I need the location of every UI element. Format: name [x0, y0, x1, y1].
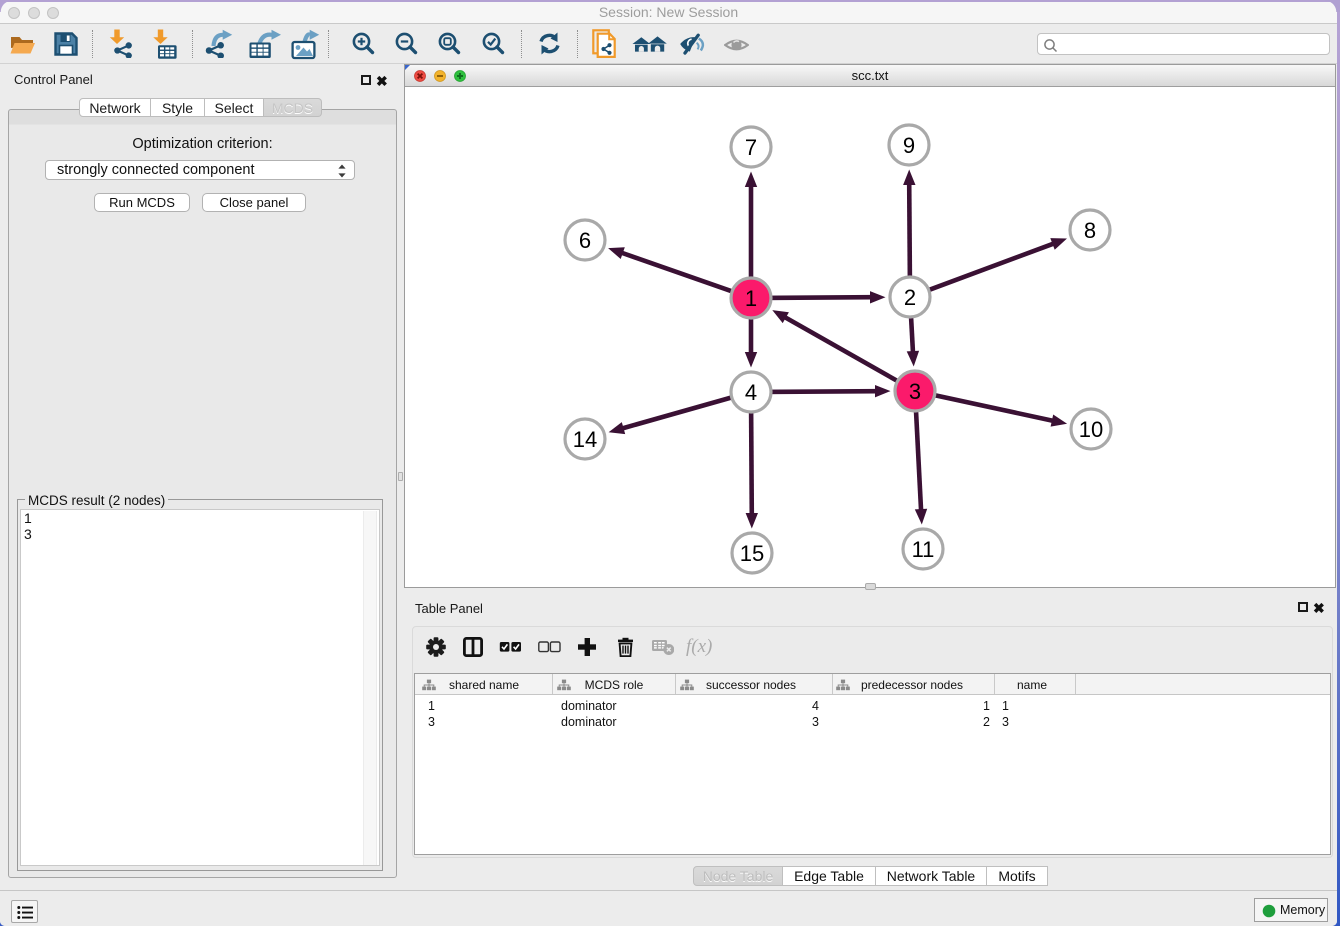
svg-text:7: 7: [745, 135, 757, 160]
svg-text:11: 11: [912, 537, 935, 562]
svg-text:3: 3: [909, 379, 921, 404]
svg-text:10: 10: [1079, 417, 1103, 442]
svg-text:15: 15: [740, 541, 764, 566]
svg-text:4: 4: [745, 380, 757, 405]
svg-text:2: 2: [904, 285, 916, 310]
svg-text:1: 1: [745, 286, 757, 311]
svg-text:8: 8: [1084, 218, 1096, 243]
svg-text:6: 6: [579, 228, 591, 253]
svg-text:14: 14: [573, 427, 597, 452]
svg-text:9: 9: [903, 133, 915, 158]
